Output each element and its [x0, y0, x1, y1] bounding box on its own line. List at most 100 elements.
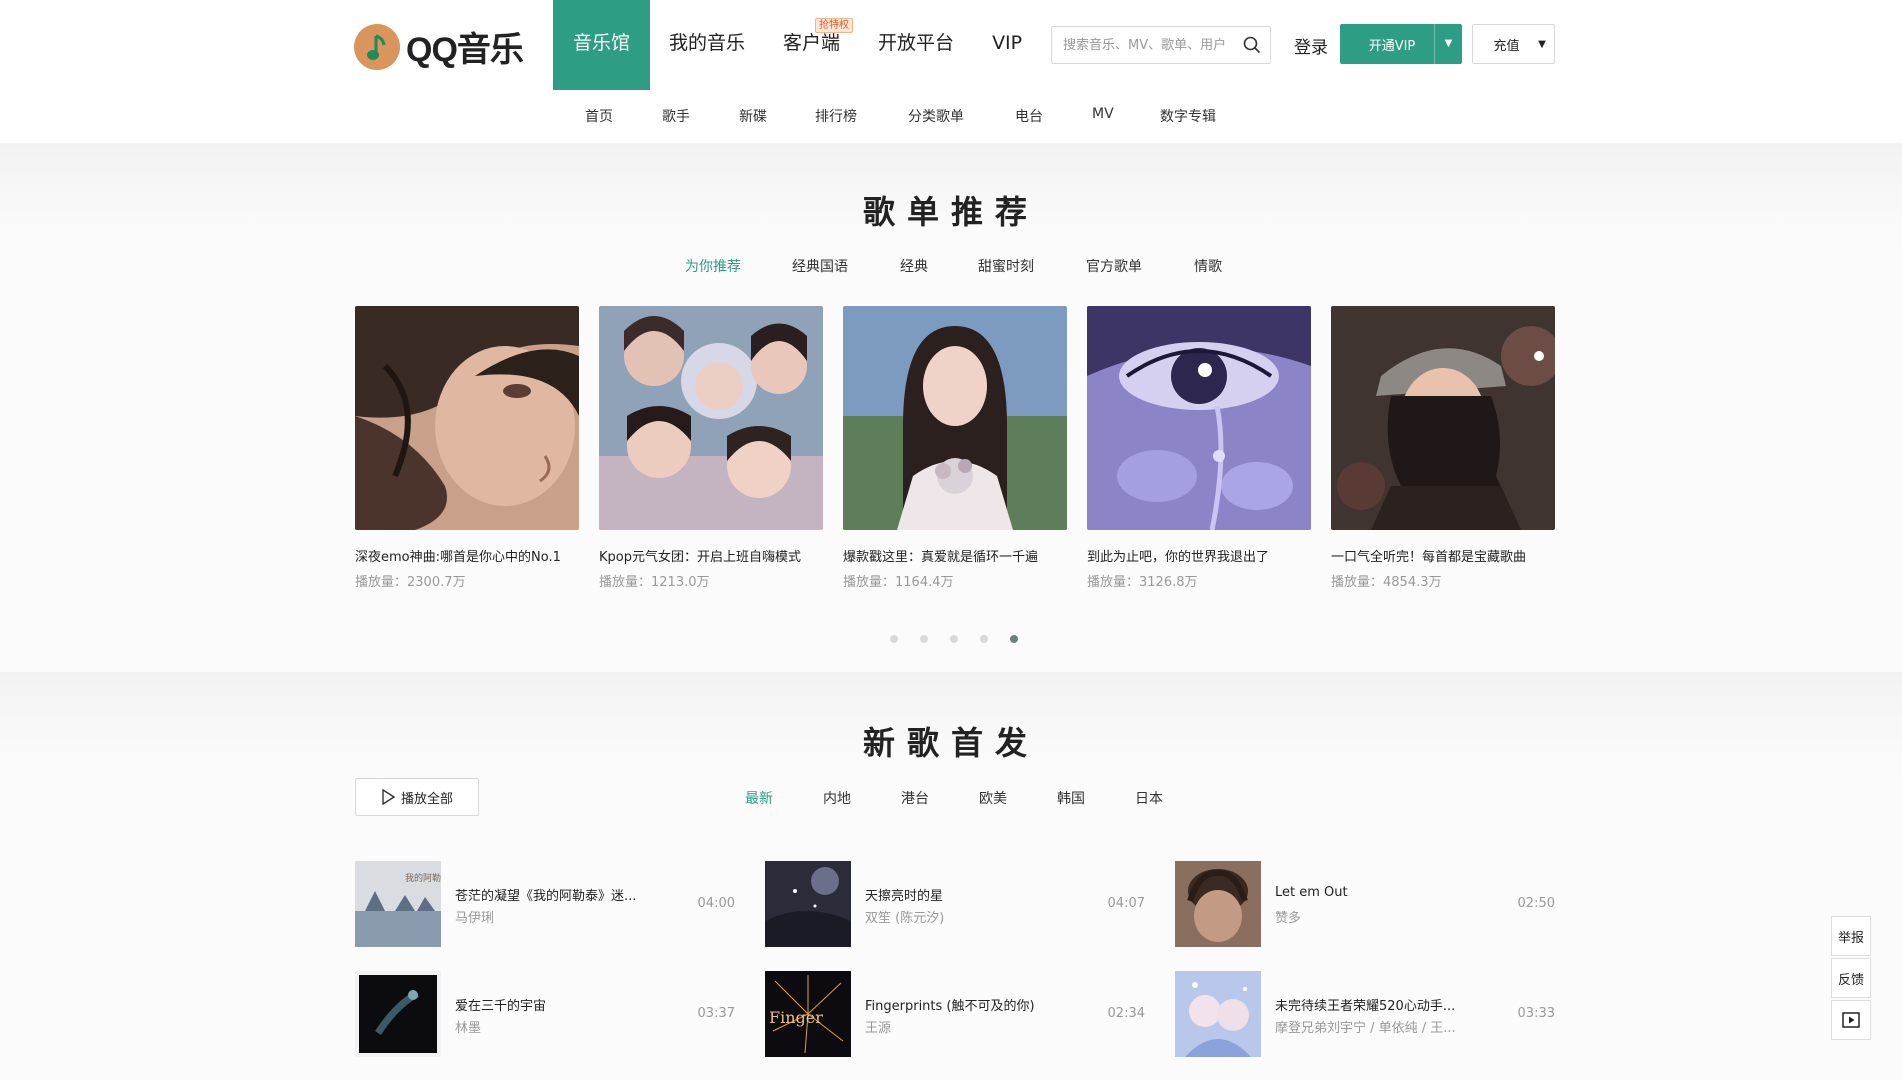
carousel-dot[interactable]: [890, 635, 898, 643]
subnav-digital-album[interactable]: 数字专辑: [1160, 106, 1216, 126]
subnav-chart[interactable]: 排行榜: [815, 106, 857, 126]
song-item: 爱在三千的宇宙 林墨 03:37: [355, 971, 735, 1057]
playlist-cover[interactable]: [1087, 306, 1311, 530]
svg-text:我的阿勒泰: 我的阿勒泰: [405, 872, 441, 884]
playlist-cover[interactable]: [355, 306, 579, 530]
tab-classic[interactable]: 经典: [900, 256, 928, 276]
feedback-button[interactable]: 反馈: [1831, 958, 1871, 998]
search-input[interactable]: [1052, 27, 1232, 63]
subnav-new-album[interactable]: 新碟: [739, 106, 767, 126]
playlist-card: Kpop元气女团：开启上班自嗨模式 播放量：1213.0万: [599, 306, 823, 590]
nav-client[interactable]: 客户端 抢特权: [764, 0, 859, 90]
playlist-play-count: 播放量：3126.8万: [1087, 575, 1198, 590]
logo-text: QQ音乐: [406, 31, 524, 69]
nav-label: 开放平台: [878, 32, 955, 54]
playlist-title[interactable]: 到此为止吧，你的世界我退出了: [1087, 546, 1311, 565]
tab-japan[interactable]: 日本: [1135, 788, 1163, 808]
song-name[interactable]: 苍茫的凝望《我的阿勒泰》迷...: [455, 885, 655, 904]
playlist-play-count: 播放量：1164.4万: [843, 575, 954, 590]
nav-vip[interactable]: VIP: [973, 0, 1041, 90]
nav-open-platform[interactable]: 开放平台: [859, 0, 973, 90]
carousel-dot[interactable]: [920, 635, 928, 643]
song-cover[interactable]: Finger: [765, 971, 851, 1057]
playlist-cover[interactable]: [843, 306, 1067, 530]
song-artist[interactable]: 马伊琍: [455, 907, 655, 926]
carousel-pagination: [890, 635, 1040, 643]
song-duration: 04:00: [697, 896, 735, 911]
svg-text:Finger: Finger: [769, 1008, 823, 1027]
song-artist[interactable]: 双笙 (陈元汐): [865, 907, 1065, 926]
song-cover[interactable]: 我的阿勒泰: [355, 861, 441, 947]
playlist-play-count: 播放量：1213.0万: [599, 575, 710, 590]
song-artist[interactable]: 王源: [865, 1017, 1065, 1036]
song-artist[interactable]: 赞多: [1275, 907, 1475, 926]
subnav-singer[interactable]: 歌手: [662, 106, 690, 126]
nav-my-music[interactable]: 我的音乐: [650, 0, 764, 90]
report-button[interactable]: 举报: [1831, 916, 1871, 956]
mini-player-button[interactable]: [1831, 1000, 1871, 1040]
playlist-title[interactable]: 一口气全听完！每首都是宝藏歌曲: [1331, 546, 1555, 565]
playlist-title[interactable]: Kpop元气女团：开启上班自嗨模式: [599, 546, 823, 565]
privilege-badge: 抢特权: [815, 18, 854, 33]
song-duration: 02:50: [1517, 896, 1555, 911]
carousel-dot-active[interactable]: [1010, 635, 1018, 643]
playlist-card: 到此为止吧，你的世界我退出了 播放量：3126.8万: [1087, 306, 1311, 590]
qq-music-logo-icon: [354, 23, 400, 70]
playlist-title[interactable]: 爆款戳这里：真爱就是循环一千遍: [843, 546, 1067, 565]
playlist-card: 一口气全听完！每首都是宝藏歌曲 播放量：4854.3万: [1331, 306, 1555, 590]
open-vip-button[interactable]: 开通VIP ▼: [1340, 24, 1462, 64]
tab-western[interactable]: 欧美: [979, 788, 1007, 808]
song-name[interactable]: 天擦亮时的星: [865, 885, 1065, 904]
nav-label: 我的音乐: [669, 32, 746, 54]
new-song-tabs: 最新 内地 港台 欧美 韩国 日本: [0, 788, 1902, 812]
song-artist[interactable]: 林墨: [455, 1017, 655, 1036]
tab-korea[interactable]: 韩国: [1057, 788, 1085, 808]
carousel-dot[interactable]: [950, 635, 958, 643]
caret-down-icon[interactable]: ▼: [1530, 39, 1554, 50]
song-item: Let em Out 赞多 02:50: [1175, 861, 1555, 947]
main-nav: 音乐馆 我的音乐 客户端 抢特权 开放平台 VIP: [553, 0, 1041, 90]
playlist-play-count: 播放量：2300.7万: [355, 575, 466, 590]
charge-label: 充值: [1493, 38, 1520, 54]
tab-classic-mandarin[interactable]: 经典国语: [792, 256, 848, 276]
tab-love-songs[interactable]: 情歌: [1194, 256, 1222, 276]
logo[interactable]: QQ音乐: [354, 22, 524, 71]
tab-official-playlist[interactable]: 官方歌单: [1086, 256, 1142, 276]
song-cover[interactable]: [1175, 971, 1261, 1057]
new-songs-section-title: 新歌首发: [862, 724, 1039, 762]
tab-hk-tw[interactable]: 港台: [901, 788, 929, 808]
playlist-cover[interactable]: [1331, 306, 1555, 530]
song-item: 我的阿勒泰 苍茫的凝望《我的阿勒泰》迷... 马伊琍 04:00: [355, 861, 735, 947]
song-duration: 03:37: [697, 1006, 735, 1021]
song-cover[interactable]: [765, 861, 851, 947]
nav-music-hall[interactable]: 音乐馆: [553, 0, 651, 90]
carousel-dot[interactable]: [980, 635, 988, 643]
song-cover[interactable]: [355, 971, 441, 1057]
song-duration: 03:33: [1517, 1006, 1555, 1021]
search-icon[interactable]: [1243, 36, 1261, 54]
playlist-section-title: 歌单推荐: [862, 193, 1039, 231]
subnav-mv[interactable]: MV: [1092, 106, 1114, 122]
playlist-tabs: 为你推荐 经典国语 经典 甜蜜时刻 官方歌单 情歌: [0, 256, 1902, 280]
playlist-carousel: 深夜emo神曲:哪首是你心中的No.1 播放量：2300.7万 Kpop元气女团…: [355, 306, 1555, 590]
song-artist[interactable]: 摩登兄弟刘宇宁 / 单依纯 / 王...: [1275, 1017, 1475, 1036]
subnav-home[interactable]: 首页: [585, 106, 613, 126]
song-cover[interactable]: [1175, 861, 1261, 947]
login-link[interactable]: 登录: [1294, 33, 1328, 58]
subnav-category-playlist[interactable]: 分类歌单: [908, 106, 964, 126]
charge-button[interactable]: 充值 ▼: [1472, 24, 1555, 64]
tab-sweet-moments[interactable]: 甜蜜时刻: [978, 256, 1034, 276]
open-vip-label: 开通VIP: [1368, 38, 1416, 54]
song-name[interactable]: 未完待续王者荣耀520心动手...: [1275, 995, 1475, 1014]
tab-latest[interactable]: 最新: [745, 788, 773, 808]
playlist-cover[interactable]: [599, 306, 823, 530]
playlist-title[interactable]: 深夜emo神曲:哪首是你心中的No.1: [355, 546, 579, 565]
tab-recommend[interactable]: 为你推荐: [685, 256, 741, 276]
song-name[interactable]: Let em Out: [1275, 885, 1475, 900]
song-name[interactable]: 爱在三千的宇宙: [455, 995, 655, 1014]
song-name[interactable]: Fingerprints (触不可及的你): [865, 995, 1065, 1014]
caret-down-icon[interactable]: ▼: [1434, 24, 1462, 64]
song-duration: 02:34: [1107, 1006, 1145, 1021]
tab-mainland[interactable]: 内地: [823, 788, 851, 808]
subnav-radio[interactable]: 电台: [1015, 106, 1043, 126]
